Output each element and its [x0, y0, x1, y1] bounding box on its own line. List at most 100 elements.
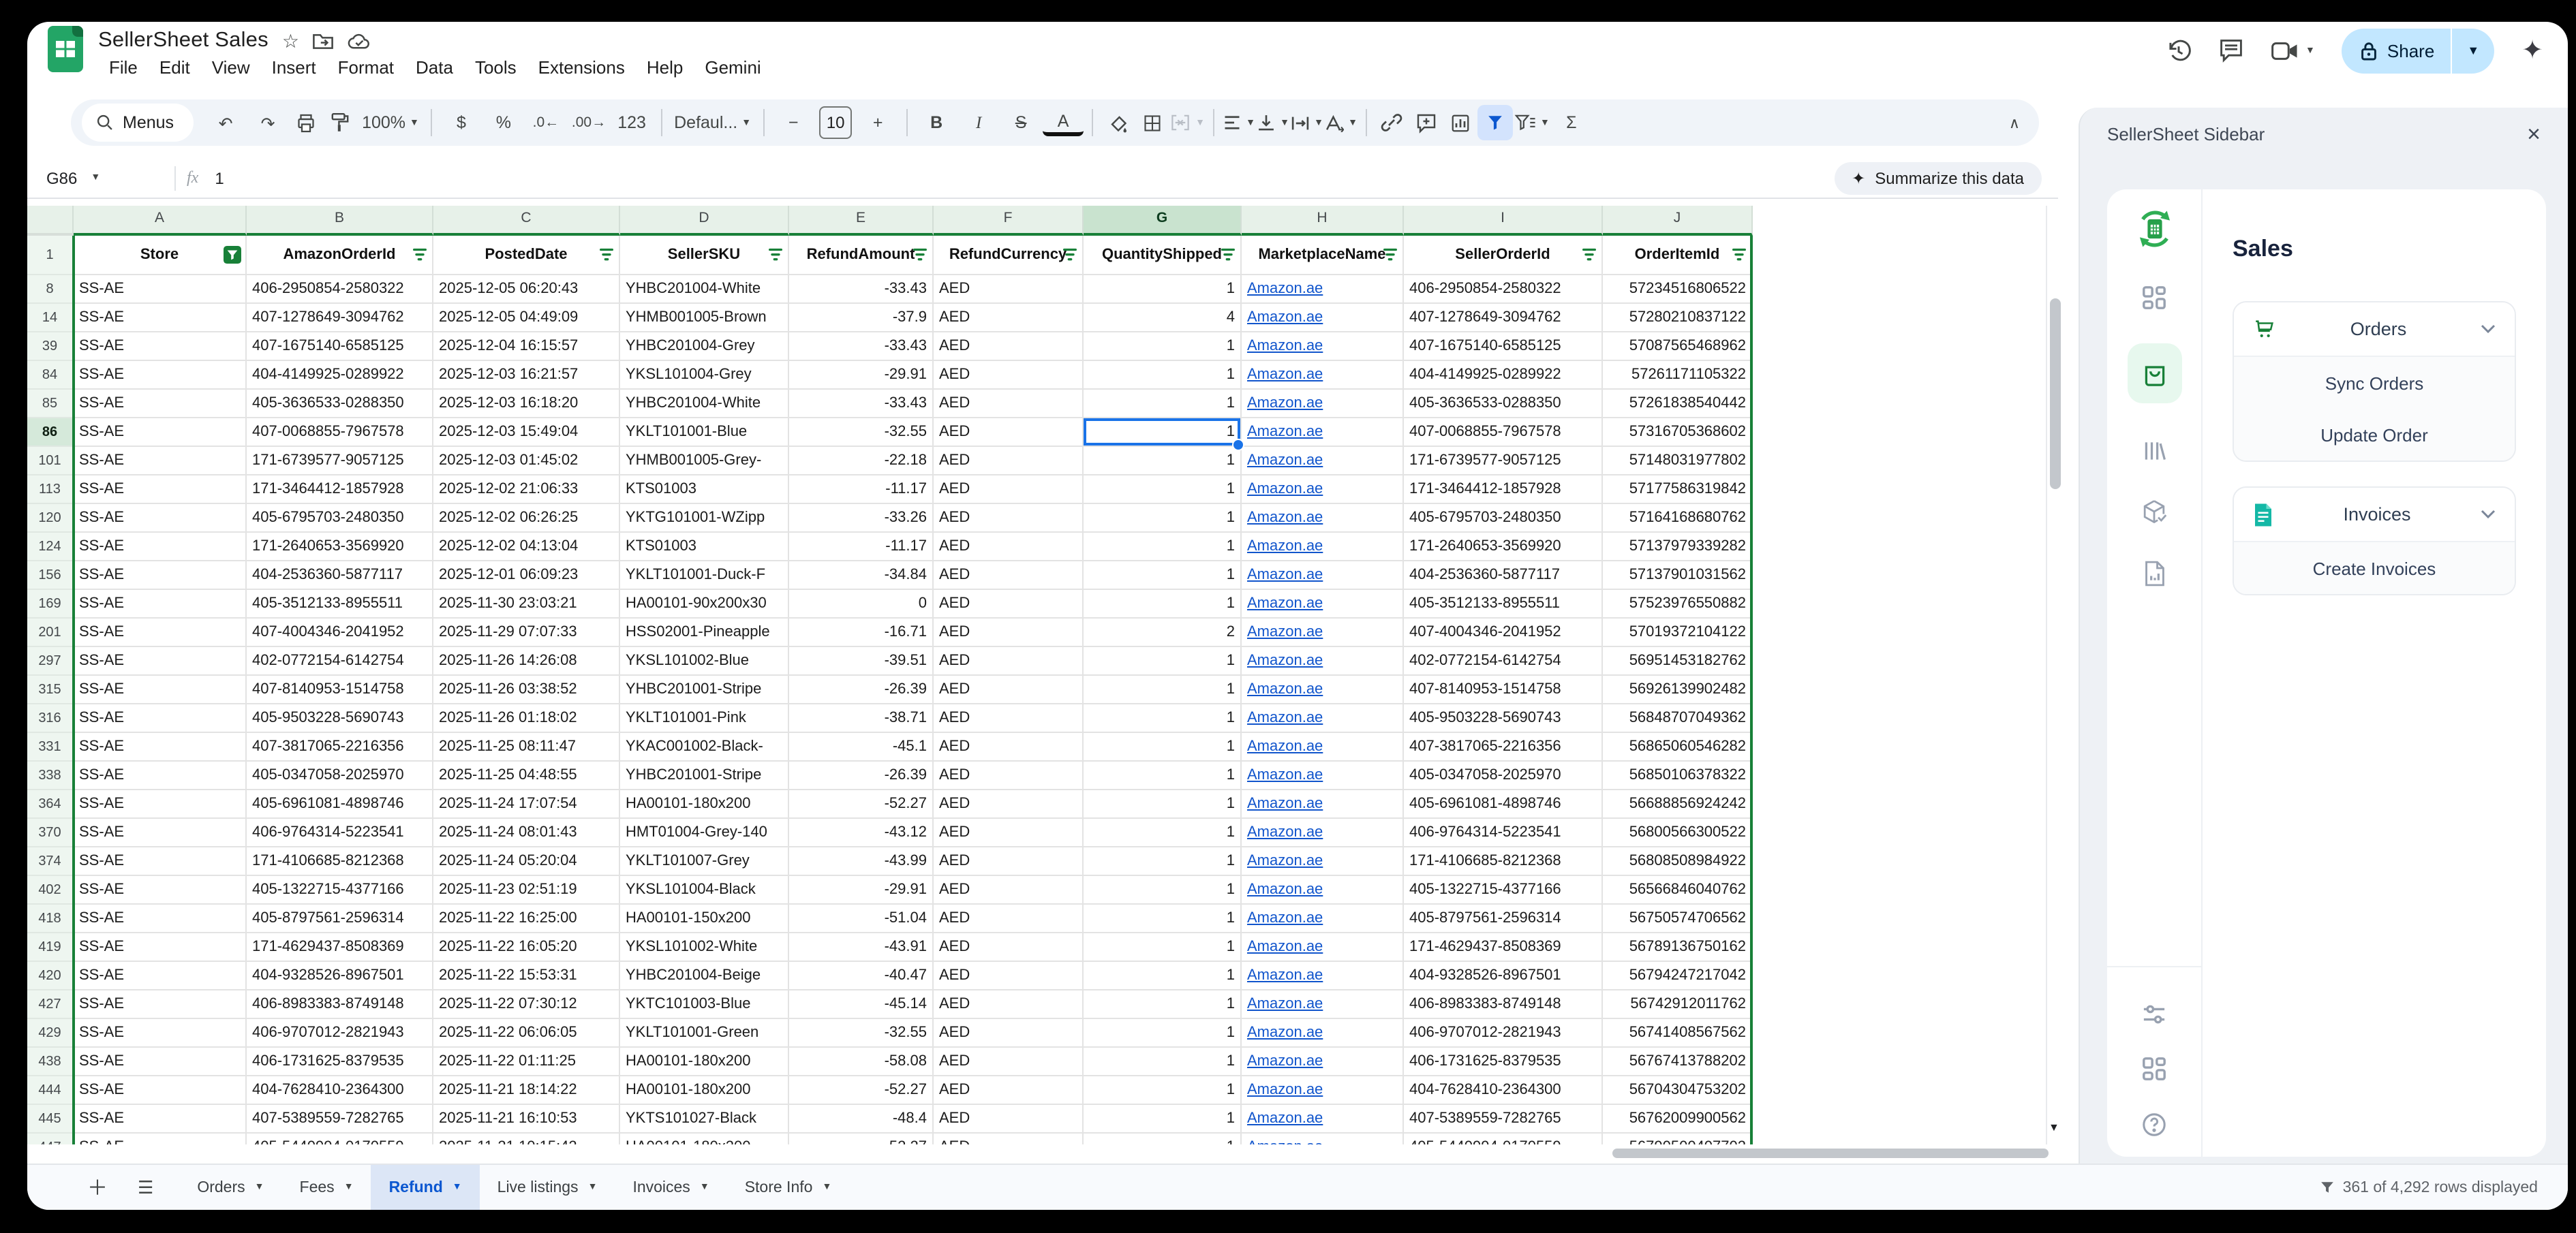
cell-E370[interactable]: -43.12 — [789, 819, 934, 847]
decrease-decimal-button[interactable]: .0← — [525, 105, 566, 140]
bold-button[interactable]: B — [916, 105, 957, 140]
cell-C316[interactable]: 2025-11-26 01:18:02 — [433, 704, 620, 733]
close-icon[interactable]: × — [2527, 125, 2541, 144]
cell-H364[interactable]: Amazon.ae — [1242, 790, 1404, 819]
cell-J418[interactable]: 56750574706562 — [1603, 905, 1753, 933]
zoom-select[interactable]: 100%▼ — [358, 105, 423, 140]
cell-I316[interactable]: 405-9503228-5690743 — [1404, 704, 1603, 733]
cell-G331[interactable]: 1 — [1084, 733, 1242, 762]
text-wrap-button[interactable]: ▼ — [1291, 105, 1323, 140]
cell-A419[interactable]: SS-AE — [74, 933, 247, 962]
cell-H156[interactable]: Amazon.ae — [1242, 561, 1404, 590]
cell-A429[interactable]: SS-AE — [74, 1019, 247, 1048]
cell-C370[interactable]: 2025-11-24 08:01:43 — [433, 819, 620, 847]
menu-format[interactable]: Format — [327, 56, 405, 80]
field-header-sellersku[interactable]: SellerSKU — [620, 236, 789, 275]
scroll-down-icon[interactable]: ▼ — [2049, 1121, 2059, 1134]
cell-F85[interactable]: AED — [934, 390, 1084, 418]
cell-I418[interactable]: 405-8797561-2596314 — [1404, 905, 1603, 933]
row-header-429[interactable]: 429 — [27, 1019, 74, 1048]
summarize-data-button[interactable]: ✦ Summarize this data — [1834, 162, 2042, 195]
cell-H85[interactable]: Amazon.ae — [1242, 390, 1404, 418]
menu-insert[interactable]: Insert — [261, 56, 327, 80]
cell-I124[interactable]: 171-2640653-3569920 — [1404, 533, 1603, 561]
cell-J445[interactable]: 56762009900562 — [1603, 1105, 1753, 1134]
cell-E316[interactable]: -38.71 — [789, 704, 934, 733]
cell-I156[interactable]: 404-2536360-5877117 — [1404, 561, 1603, 590]
cell-C14[interactable]: 2025-12-05 04:49:09 — [433, 304, 620, 332]
cell-A201[interactable]: SS-AE — [74, 619, 247, 647]
cell-B113[interactable]: 171-3464412-1857928 — [247, 475, 433, 504]
cell-H124[interactable]: Amazon.ae — [1242, 533, 1404, 561]
undo-button[interactable]: ↶ — [205, 105, 246, 140]
cell-H418[interactable]: Amazon.ae — [1242, 905, 1404, 933]
cell-F156[interactable]: AED — [934, 561, 1084, 590]
cell-D39[interactable]: YHBC201004-Grey — [620, 332, 789, 361]
select-all-corner[interactable] — [27, 206, 74, 236]
cell-H420[interactable]: Amazon.ae — [1242, 962, 1404, 990]
cell-A338[interactable]: SS-AE — [74, 762, 247, 790]
filter-icon[interactable] — [767, 248, 784, 262]
cell-G444[interactable]: 1 — [1084, 1076, 1242, 1105]
cell-B315[interactable]: 407-8140953-1514758 — [247, 676, 433, 704]
cell-H338[interactable]: Amazon.ae — [1242, 762, 1404, 790]
cell-H315[interactable]: Amazon.ae — [1242, 676, 1404, 704]
cell-E427[interactable]: -45.14 — [789, 990, 934, 1019]
cell-C120[interactable]: 2025-12-02 06:26:25 — [433, 504, 620, 533]
cell-D438[interactable]: HA00101-180x200 — [620, 1048, 789, 1076]
video-call-icon[interactable]: ▼ — [2270, 40, 2315, 61]
cell-B101[interactable]: 171-6739577-9057125 — [247, 447, 433, 475]
cell-I370[interactable]: 406-9764314-5223541 — [1404, 819, 1603, 847]
cell-E438[interactable]: -58.08 — [789, 1048, 934, 1076]
cell-B438[interactable]: 406-1731625-8379535 — [247, 1048, 433, 1076]
row-header-297[interactable]: 297 — [27, 647, 74, 676]
row-header-113[interactable]: 113 — [27, 475, 74, 504]
cell-D297[interactable]: YKSL101002-Blue — [620, 647, 789, 676]
tab-menu-icon[interactable]: ▼ — [255, 1183, 264, 1192]
row-header-315[interactable]: 315 — [27, 676, 74, 704]
cell-A370[interactable]: SS-AE — [74, 819, 247, 847]
cell-A418[interactable]: SS-AE — [74, 905, 247, 933]
cell-C402[interactable]: 2025-11-23 02:51:19 — [433, 876, 620, 905]
font-select[interactable]: Defaul...▼ — [670, 105, 755, 140]
cell-B124[interactable]: 171-2640653-3569920 — [247, 533, 433, 561]
cell-D316[interactable]: YKLT101001-Pink — [620, 704, 789, 733]
cell-D86[interactable]: YKLT101001-Blue — [620, 418, 789, 447]
cell-G113[interactable]: 1 — [1084, 475, 1242, 504]
row-header-444[interactable]: 444 — [27, 1076, 74, 1105]
row-header-84[interactable]: 84 — [27, 361, 74, 390]
text-color-button[interactable]: A — [1043, 109, 1084, 136]
cell-H113[interactable]: Amazon.ae — [1242, 475, 1404, 504]
row-header-1[interactable]: 1 — [27, 236, 74, 275]
column-header-H[interactable]: H — [1242, 206, 1404, 236]
cell-B85[interactable]: 405-3636533-0288350 — [247, 390, 433, 418]
cell-F445[interactable]: AED — [934, 1105, 1084, 1134]
tab-store-info[interactable]: Store Info▼ — [727, 1165, 850, 1210]
cell-A101[interactable]: SS-AE — [74, 447, 247, 475]
cell-E120[interactable]: -33.26 — [789, 504, 934, 533]
cell-F419[interactable]: AED — [934, 933, 1084, 962]
cell-G120[interactable]: 1 — [1084, 504, 1242, 533]
sidebar-action-sync-orders[interactable]: Sync Orders — [2234, 357, 2515, 409]
cell-D315[interactable]: YHBC201001-Stripe — [620, 676, 789, 704]
cell-C419[interactable]: 2025-11-22 16:05:20 — [433, 933, 620, 962]
cell-J447[interactable]: 56790500407702 — [1603, 1134, 1753, 1144]
cell-A84[interactable]: SS-AE — [74, 361, 247, 390]
cell-B420[interactable]: 404-9328526-8967501 — [247, 962, 433, 990]
share-button[interactable]: Share ▼ — [2342, 28, 2494, 73]
cell-I331[interactable]: 407-3817065-2216356 — [1404, 733, 1603, 762]
fill-handle[interactable] — [1232, 439, 1244, 451]
cell-A420[interactable]: SS-AE — [74, 962, 247, 990]
cell-A444[interactable]: SS-AE — [74, 1076, 247, 1105]
row-header-338[interactable]: 338 — [27, 762, 74, 790]
menu-extensions[interactable]: Extensions — [527, 56, 636, 80]
tab-fees[interactable]: Fees▼ — [282, 1165, 371, 1210]
filter-icon[interactable] — [1220, 248, 1236, 262]
column-header-J[interactable]: J — [1603, 206, 1753, 236]
insert-link-button[interactable] — [1375, 105, 1408, 140]
cell-F429[interactable]: AED — [934, 1019, 1084, 1048]
cell-A374[interactable]: SS-AE — [74, 847, 247, 876]
cell-C297[interactable]: 2025-11-26 14:26:08 — [433, 647, 620, 676]
cell-I438[interactable]: 406-1731625-8379535 — [1404, 1048, 1603, 1076]
cell-C444[interactable]: 2025-11-21 18:14:22 — [433, 1076, 620, 1105]
